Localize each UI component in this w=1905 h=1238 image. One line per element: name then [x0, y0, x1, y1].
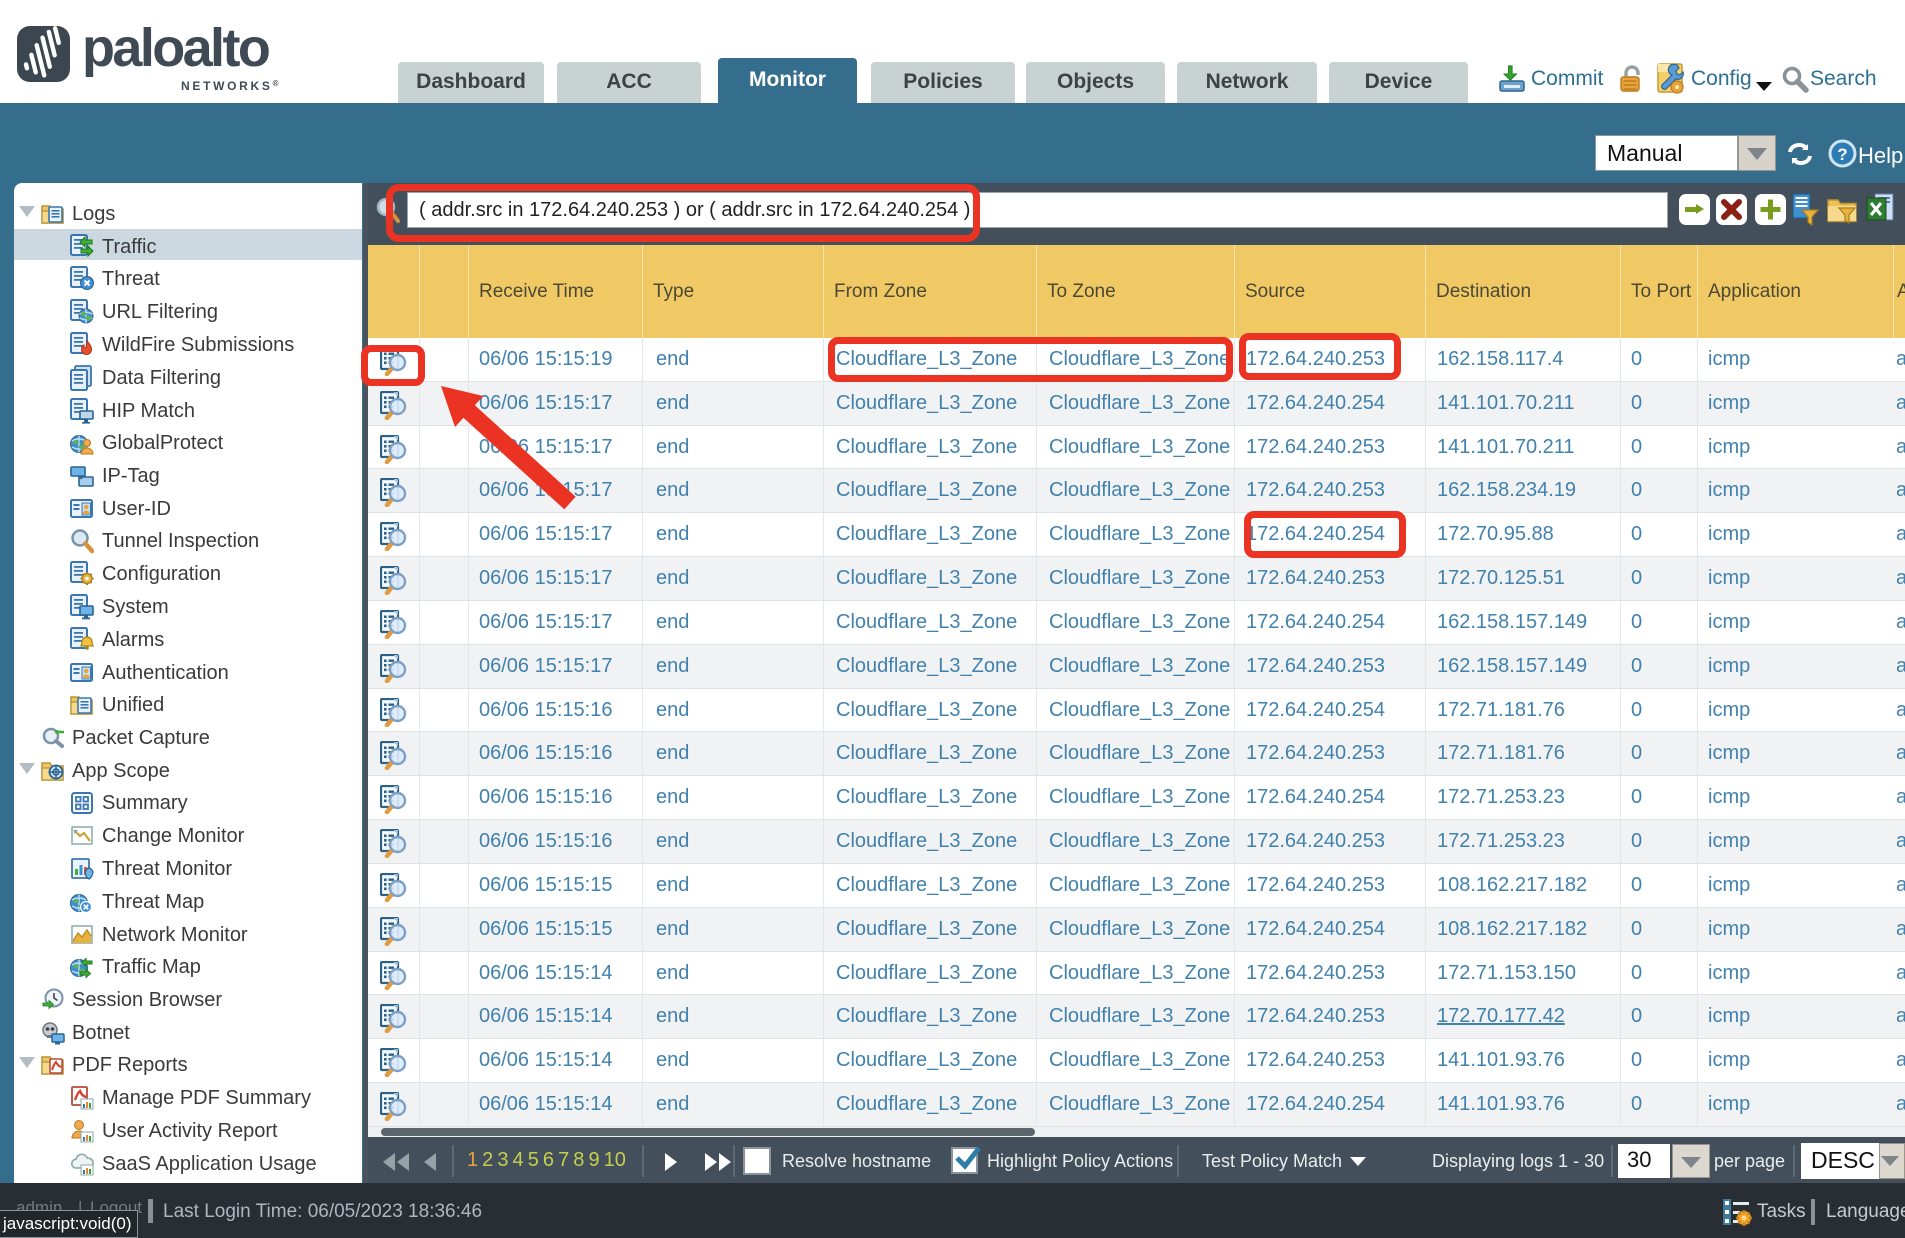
- svg-text:?: ?: [1837, 145, 1847, 164]
- svg-text:NETWORKS®: NETWORKS®: [181, 79, 281, 93]
- svg-text:paloalto: paloalto: [82, 18, 269, 78]
